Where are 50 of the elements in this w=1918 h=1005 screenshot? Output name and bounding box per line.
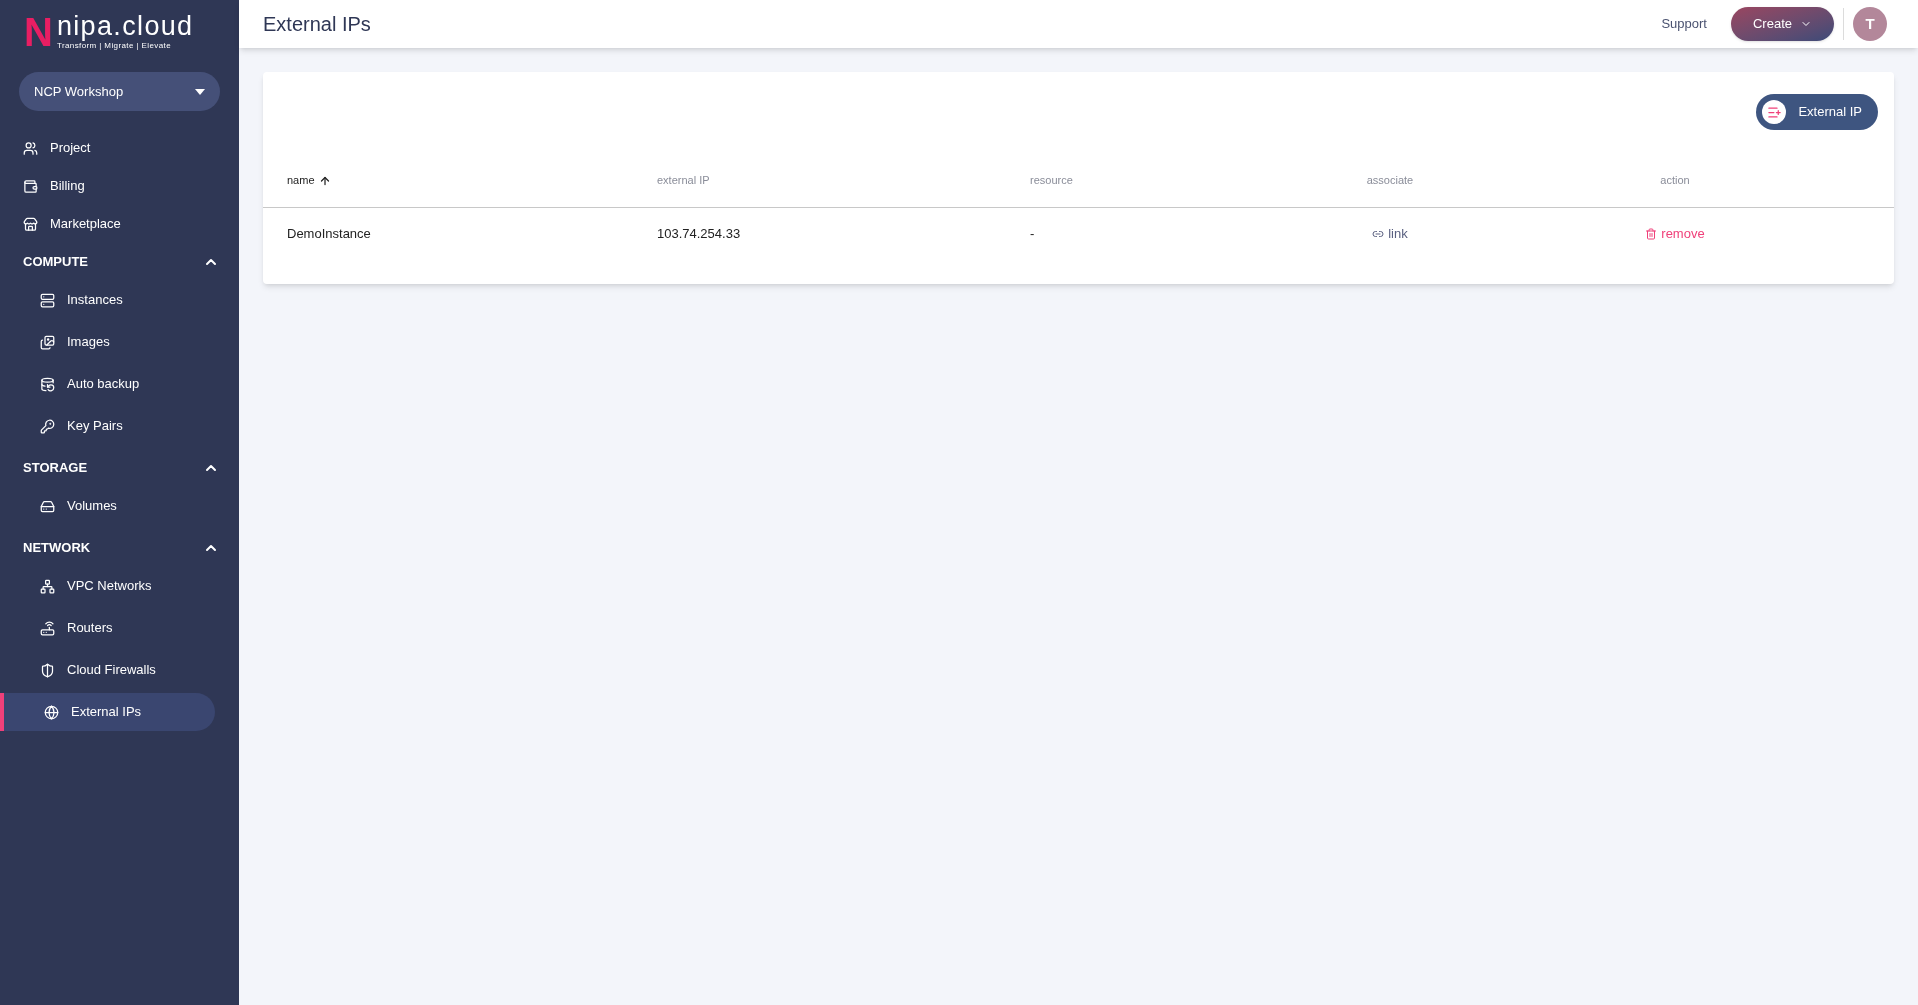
sidebar-item[interactable]: Volumes	[0, 487, 215, 525]
project-selector[interactable]: NCP Workshop	[19, 72, 220, 111]
sidebar-item[interactable]: External IPs	[0, 693, 215, 731]
router-icon	[40, 620, 55, 636]
sidebar-item[interactable]: Marketplace	[0, 205, 239, 243]
network-icon	[40, 578, 55, 594]
column-header[interactable]: resource	[1030, 172, 1073, 189]
table-cell-text: DemoInstance	[287, 225, 371, 244]
wallet-icon	[23, 178, 38, 194]
sidebar-item[interactable]: VPC Networks	[0, 567, 215, 605]
sidebar-item[interactable]: Project	[0, 129, 239, 167]
table-cell-text: 103.74.254.33	[657, 225, 741, 244]
key-icon	[40, 418, 55, 434]
sidebar-item[interactable]: Key Pairs	[0, 407, 215, 445]
trash-icon	[1645, 228, 1658, 240]
remove-action[interactable]: remove	[1645, 224, 1705, 244]
logo-name: nipa.cloud	[56, 12, 194, 40]
section-header[interactable]: STORAGE	[0, 449, 239, 487]
column-header[interactable]: associate	[1366, 172, 1414, 189]
add-external-ip-button[interactable]: External IP	[1756, 94, 1878, 130]
globe-icon	[44, 704, 59, 720]
sort-arrow-icon	[318, 174, 331, 187]
logo-mark: N	[24, 12, 53, 52]
list-plus-icon	[1762, 100, 1787, 124]
create-button[interactable]: Create	[1730, 7, 1834, 41]
link-icon	[1372, 228, 1385, 240]
dropdown-caret-icon	[195, 88, 205, 95]
backup-icon	[40, 376, 55, 392]
images-icon	[40, 334, 55, 350]
sidebar-item[interactable]: Routers	[0, 609, 215, 647]
table-cell-text: -	[1030, 225, 1035, 244]
section-header[interactable]: NETWORK	[0, 529, 239, 567]
sidebar-item[interactable]: Images	[0, 323, 215, 361]
column-header[interactable]: action	[1660, 172, 1690, 189]
link-action[interactable]: link	[1372, 224, 1408, 244]
sidebar-item[interactable]: Cloud Firewalls	[0, 651, 215, 689]
column-header[interactable]: name	[287, 172, 331, 189]
column-header[interactable]: external IP	[657, 172, 710, 189]
page-title: External IPs	[263, 12, 372, 37]
logo-tagline: Transform | Migrate | Elevate	[56, 41, 173, 52]
sidebar-item[interactable]: Auto backup	[0, 365, 215, 403]
server-icon	[40, 292, 55, 308]
store-icon	[23, 216, 38, 232]
drive-icon	[40, 498, 55, 514]
sidebar-item[interactable]: Instances	[0, 281, 215, 319]
sidebar-item[interactable]: Billing	[0, 167, 239, 205]
section-header[interactable]: COMPUTE	[0, 243, 239, 281]
shield-icon	[40, 662, 55, 678]
support-link[interactable]: Support	[1661, 14, 1707, 34]
users-icon	[23, 140, 38, 156]
